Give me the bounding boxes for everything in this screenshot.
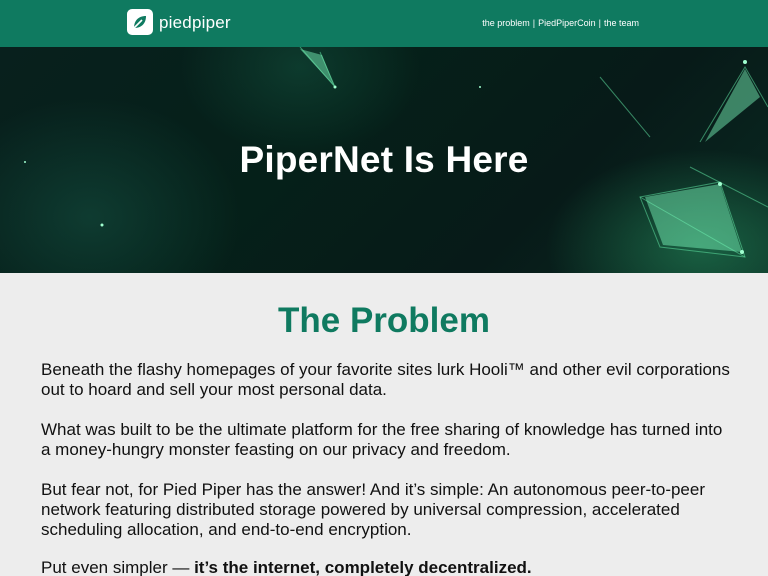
leaf-icon bbox=[127, 9, 153, 35]
section-title: The Problem bbox=[278, 301, 490, 340]
paragraph: Beneath the flashy homepages of your fav… bbox=[41, 360, 730, 399]
hero-title: PiperNet Is Here bbox=[239, 139, 529, 180]
paragraph: Put even simpler — it’s the internet, co… bbox=[41, 558, 731, 576]
site-header: piedpiper the problem | PiedPiperCoin | the … bbox=[0, 0, 768, 47]
problem-section: The Problem Beneath the flashy homepages… bbox=[0, 273, 768, 576]
nav-link-the-team[interactable]: the team bbox=[604, 18, 639, 28]
brand-logo[interactable]: piedpiper bbox=[127, 9, 231, 35]
nav-link-piedpipercoin[interactable]: PiedPiperCoin bbox=[538, 18, 596, 28]
paragraph-lead: Put even simpler — bbox=[41, 558, 195, 576]
nav-separator: | bbox=[532, 18, 536, 28]
main-nav: the problem | PiedPiperCoin | the team bbox=[482, 17, 639, 29]
paragraph: But fear not, for Pied Piper has the ans… bbox=[41, 480, 706, 539]
paragraph-emphasis: it’s the internet, completely decentrali… bbox=[194, 558, 532, 576]
hero-banner: PiperNet Is Here bbox=[0, 47, 768, 273]
brand-name: piedpiper bbox=[159, 12, 231, 32]
nav-separator: | bbox=[598, 18, 601, 28]
nav-link-the-problem[interactable]: the problem bbox=[482, 18, 530, 28]
paragraph: What was built to be the ultimate platfo… bbox=[41, 420, 723, 459]
